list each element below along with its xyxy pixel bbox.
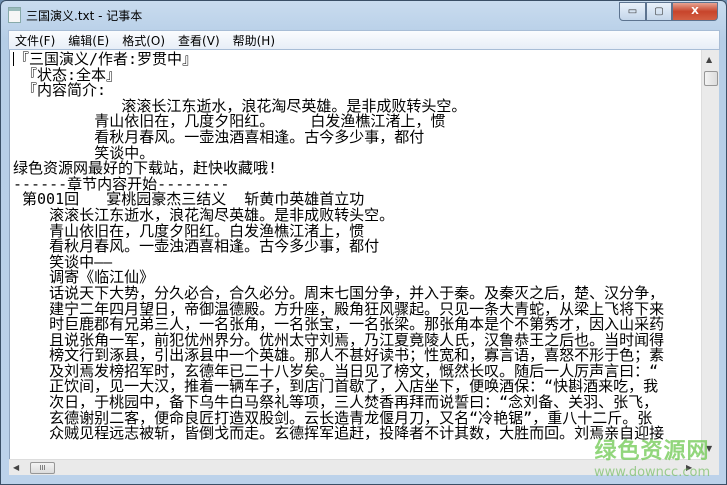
menu-bar: 文件(F) 编辑(E) 格式(O) 查看(V) 帮助(H): [8, 30, 720, 50]
scroll-right-icon[interactable]: ▶: [686, 463, 692, 472]
scroll-left-icon[interactable]: ◀: [13, 463, 19, 472]
maximize-button[interactable]: ▢: [646, 2, 672, 21]
menu-help[interactable]: 帮助(H): [227, 32, 282, 49]
text-line: 『状态:全本』: [13, 65, 122, 84]
minimize-button[interactable]: ▭: [619, 2, 646, 21]
document-text[interactable]: 『三国演义/作者:罗贯中』 『状态:全本』 『内容简介: 滚滚长江东逝水，浪花淘…: [10, 50, 701, 442]
resize-grip[interactable]: [701, 459, 719, 475]
text-editor[interactable]: 『三国演义/作者:罗贯中』 『状态:全本』 『内容简介: 滚滚长江东逝水，浪花淘…: [9, 50, 701, 459]
horizontal-scroll-thumb[interactable]: III: [30, 462, 55, 474]
menu-edit[interactable]: 编辑(E): [62, 32, 116, 49]
title-bar[interactable]: 三国演义.txt - 记事本 ▭ ▢ X: [1, 1, 726, 29]
notepad-window: 三国演义.txt - 记事本 ▭ ▢ X 文件(F) 编辑(E) 格式(O) 查…: [0, 0, 727, 485]
scroll-down-icon[interactable]: ▼: [706, 444, 712, 453]
text-line: 众贼见程远志被斩，皆倒戈而走。玄德挥军追赶，投降者不计其数，大胜而回。刘焉亲自迎…: [13, 424, 665, 443]
vertical-scrollbar[interactable]: ▲ ▼: [701, 50, 719, 459]
vertical-scroll-thumb[interactable]: [704, 71, 718, 86]
window-title: 三国演义.txt - 记事本: [26, 9, 143, 23]
text-caret: [13, 52, 14, 66]
menu-format[interactable]: 格式(O): [116, 32, 172, 49]
menu-file[interactable]: 文件(F): [9, 32, 62, 49]
menu-view[interactable]: 查看(V): [172, 32, 227, 49]
scroll-up-icon[interactable]: ▲: [706, 55, 712, 64]
close-button[interactable]: X: [672, 2, 718, 21]
horizontal-scrollbar[interactable]: ◀ III ▶: [9, 459, 701, 475]
notepad-icon: [8, 7, 21, 23]
text-line: 看秋月春风。一壶浊酒喜相逢。古今多少事，都付: [13, 237, 380, 256]
